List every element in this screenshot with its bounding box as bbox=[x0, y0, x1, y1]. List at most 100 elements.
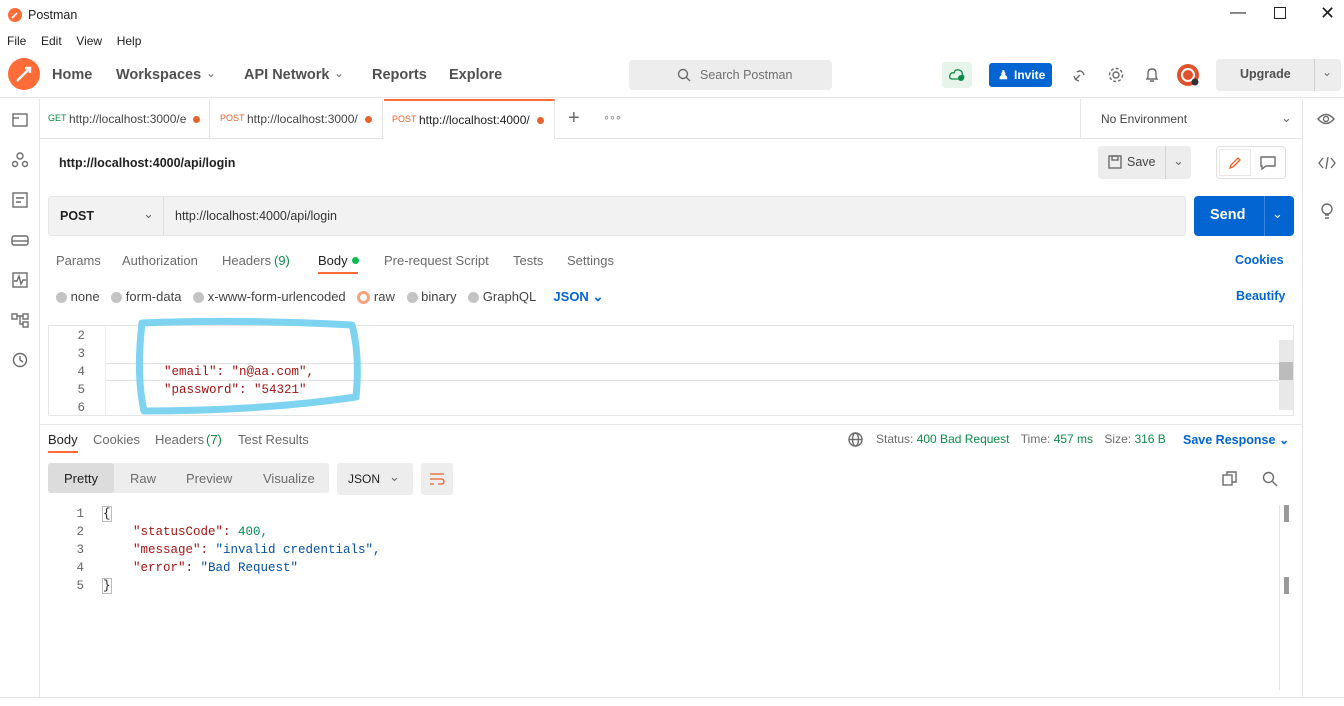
code-icon[interactable] bbox=[1318, 156, 1336, 170]
apis-icon[interactable] bbox=[12, 152, 28, 168]
save-button[interactable]: Save ⌄ bbox=[1098, 146, 1191, 179]
menu-edit[interactable]: Edit bbox=[41, 34, 62, 48]
save-label: Save bbox=[1127, 155, 1156, 169]
view-visualize[interactable]: Visualize bbox=[263, 471, 315, 486]
avatar[interactable] bbox=[1176, 63, 1200, 87]
view-raw[interactable]: Raw bbox=[130, 471, 156, 486]
menu-file[interactable]: File bbox=[7, 34, 26, 48]
nav-explore[interactable]: Explore bbox=[449, 67, 502, 83]
cloud-check-icon bbox=[949, 69, 965, 81]
line-number: 3 bbox=[77, 347, 85, 361]
radio-raw[interactable]: raw bbox=[357, 289, 395, 305]
view-pretty[interactable]: Pretty bbox=[64, 471, 98, 486]
active-tab-underline bbox=[318, 272, 358, 274]
nav-reports[interactable]: Reports bbox=[372, 67, 427, 83]
time-value[interactable]: 457 ms bbox=[1054, 432, 1093, 446]
tab-request-2[interactable]: POST http://localhost:3000/ bbox=[211, 99, 383, 139]
header-bar: Home Workspaces ⌄ API Network ⌄ Reports … bbox=[0, 52, 1344, 98]
tab-pre-request-script[interactable]: Pre-request Script bbox=[384, 253, 489, 268]
url-input[interactable]: http://localhost:4000/api/login bbox=[175, 209, 337, 223]
upgrade-button[interactable]: Upgrade ⌄ bbox=[1216, 59, 1341, 91]
invite-button[interactable]: ♟ Invite bbox=[989, 63, 1052, 87]
environment-selector[interactable]: No Environment ⌄ bbox=[1080, 99, 1302, 139]
collections-icon[interactable] bbox=[12, 112, 28, 128]
tab-settings[interactable]: Settings bbox=[567, 253, 614, 268]
chevron-down-icon[interactable]: ⌄ bbox=[1173, 153, 1184, 169]
tab-headers[interactable]: Headers bbox=[222, 253, 271, 268]
tab-body[interactable]: Body bbox=[318, 253, 348, 268]
send-label: Send bbox=[1210, 207, 1246, 223]
method-select[interactable]: POST ⌄ bbox=[49, 197, 164, 235]
wrap-lines-button[interactable] bbox=[421, 463, 453, 495]
satellite-icon[interactable] bbox=[1072, 67, 1088, 83]
tab-request-1[interactable]: GET http://localhost:3000/e bbox=[40, 99, 210, 139]
view-mode-group: Pretty Raw Preview Visualize bbox=[48, 463, 329, 493]
response-tab-body[interactable]: Body bbox=[48, 432, 78, 447]
maximize-icon[interactable] bbox=[1274, 7, 1286, 19]
history-icon[interactable] bbox=[12, 352, 28, 368]
beautify-link[interactable]: Beautify bbox=[1236, 289, 1285, 303]
comment-icon[interactable] bbox=[1260, 156, 1276, 170]
editor-scrollbar[interactable] bbox=[1279, 340, 1293, 410]
headers-count: (9) bbox=[274, 253, 290, 268]
radio-form-data[interactable]: form-data bbox=[111, 289, 181, 304]
menu-view[interactable]: View bbox=[76, 34, 102, 48]
response-format-select[interactable]: JSON ⌄ bbox=[337, 463, 413, 495]
nav-workspaces[interactable]: Workspaces bbox=[116, 67, 201, 83]
sync-status-button[interactable] bbox=[942, 62, 972, 88]
save-response-button[interactable]: Save Response ⌄ bbox=[1183, 432, 1289, 447]
postman-home-logo-icon[interactable] bbox=[8, 58, 40, 90]
copy-icon[interactable] bbox=[1222, 471, 1238, 487]
line-number: 5 bbox=[77, 383, 85, 397]
pencil-icon bbox=[1228, 157, 1241, 170]
status-value[interactable]: 400 Bad Request bbox=[917, 432, 1010, 446]
radio-binary[interactable]: binary bbox=[406, 289, 457, 304]
chevron-down-icon[interactable]: ⌄ bbox=[1322, 65, 1332, 79]
edit-mode-button[interactable] bbox=[1219, 149, 1251, 176]
monitors-icon[interactable] bbox=[12, 272, 28, 288]
radio-none[interactable]: none bbox=[56, 289, 100, 304]
gear-icon[interactable] bbox=[1108, 67, 1124, 83]
environments-icon[interactable] bbox=[12, 192, 28, 208]
minimize-icon[interactable]: — bbox=[1230, 4, 1246, 22]
postman-logo-icon bbox=[8, 8, 22, 22]
size-value[interactable]: 316 B bbox=[1134, 432, 1165, 446]
lightbulb-icon[interactable] bbox=[1319, 202, 1335, 220]
radio-urlencoded[interactable]: x-www-form-urlencoded bbox=[193, 289, 346, 304]
tab-request-3-active[interactable]: POST http://localhost:4000/ bbox=[384, 99, 555, 139]
time-label: Time: bbox=[1020, 432, 1051, 446]
nav-api-network[interactable]: API Network bbox=[244, 67, 329, 83]
code-line: "statusCode": 400, bbox=[133, 525, 269, 539]
eye-icon[interactable] bbox=[1317, 112, 1335, 126]
mock-servers-icon[interactable] bbox=[11, 232, 29, 248]
body-format-select[interactable]: JSON ⌄ bbox=[553, 289, 603, 304]
new-tab-plus-icon[interactable]: + bbox=[568, 107, 580, 130]
response-tab-headers[interactable]: Headers bbox=[155, 432, 204, 447]
search-box[interactable]: Search Postman bbox=[629, 60, 832, 90]
chevron-down-icon[interactable]: ⌄ bbox=[1272, 206, 1283, 222]
tab-url: http://localhost:4000/ bbox=[419, 113, 530, 127]
flows-icon[interactable] bbox=[11, 312, 29, 328]
request-title[interactable]: http://localhost:4000/api/login bbox=[59, 156, 235, 170]
menu-help[interactable]: Help bbox=[117, 34, 142, 48]
scrollbar-thumb[interactable] bbox=[1284, 505, 1289, 522]
search-icon[interactable] bbox=[1262, 471, 1278, 487]
close-icon[interactable]: ✕ bbox=[1320, 3, 1335, 24]
tab-params[interactable]: Params bbox=[56, 253, 101, 268]
chevron-down-icon: ⌄ bbox=[1281, 110, 1292, 125]
view-preview[interactable]: Preview bbox=[186, 471, 232, 486]
radio-graphql[interactable]: GraphQL bbox=[468, 289, 536, 304]
more-tabs-icon[interactable]: ◦◦◦ bbox=[604, 109, 622, 125]
send-button[interactable]: Send ⌄ bbox=[1194, 196, 1294, 236]
url-bar: POST ⌄ http://localhost:4000/api/login bbox=[48, 196, 1186, 236]
nav-home[interactable]: Home bbox=[52, 67, 92, 83]
response-body-viewer[interactable]: 1 2 3 4 5 { "statusCode": 400, "message"… bbox=[48, 505, 1294, 690]
bell-icon[interactable] bbox=[1145, 67, 1159, 83]
tab-authorization[interactable]: Authorization bbox=[122, 253, 198, 268]
response-tab-test-results[interactable]: Test Results bbox=[238, 432, 309, 447]
save-disk-icon bbox=[1108, 155, 1122, 169]
tab-tests[interactable]: Tests bbox=[513, 253, 543, 268]
response-tab-cookies[interactable]: Cookies bbox=[93, 432, 140, 447]
cookies-link[interactable]: Cookies bbox=[1235, 253, 1284, 267]
window-title: Postman bbox=[28, 8, 78, 22]
